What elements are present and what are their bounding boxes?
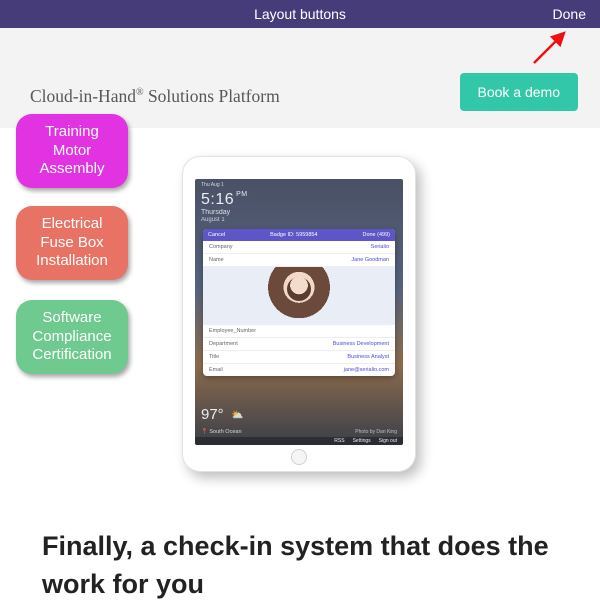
brand-post: Solutions Platform [144,86,280,106]
lock-time-ampm: PM [236,191,248,198]
footer-link[interactable]: RSS [334,438,344,444]
registered-mark: ® [136,87,144,98]
card-row: Emailjane@serialio.com [203,364,395,376]
weather-icon: ⛅ [231,410,243,421]
lock-day: Thursday [201,209,230,216]
photo-credit: Photo by Dan King [355,429,397,435]
lock-time: 5:16PM [201,191,248,209]
weather-temp: 97° [201,406,224,423]
weather-location: 📍 South Ocean [201,429,242,435]
card-row: CompanySerialio [203,241,395,254]
card-row: Employee_Number [203,325,395,338]
lock-date: August 1 [201,217,225,223]
tablet-screen: Thu Aug 1 5:16PM Thursday August 1 Cance… [195,179,403,445]
card-header: Cancel Badge ID: 5959854 Done (499) [203,229,395,241]
done-button[interactable]: Done [553,0,586,28]
home-button-icon [291,449,307,465]
layout-button-training[interactable]: Training Motor Assembly [16,114,128,188]
book-demo-button[interactable]: Book a demo [460,73,579,111]
page-content: Cloud-in-Hand® Solutions Platform Book a… [0,28,600,611]
card-photo [203,267,395,325]
card-row: TitleBusiness Analyst [203,351,395,364]
layout-editor-topbar: Layout buttons Done [0,0,600,28]
topbar-title: Layout buttons [254,6,346,22]
lock-time-value: 5:16 [201,191,234,208]
tablet-mockup: Thu Aug 1 5:16PM Thursday August 1 Cance… [182,156,416,472]
layout-button-electrical[interactable]: Electrical Fuse Box Installation [16,206,128,280]
brand-pre: Cloud-in-Hand [30,86,136,106]
page-headline: Finally, a check-in system that does the… [42,528,560,604]
brand-title: Cloud-in-Hand® Solutions Platform [30,86,280,107]
footer-link[interactable]: Settings [353,438,371,444]
card-row: NameJane Goodman [203,254,395,267]
card-badge: Badge ID: 5959854 [270,232,317,238]
checkin-card: Cancel Badge ID: 5959854 Done (499) Comp… [203,229,395,376]
status-bar: Thu Aug 1 [201,182,224,188]
screen-footer: RSS Settings Sign out [195,437,403,445]
footer-link[interactable]: Sign out [379,438,397,444]
layout-button-software[interactable]: Software Compliance Certification [16,300,128,374]
card-done[interactable]: Done (499) [362,232,390,238]
card-row: DepartmentBusiness Development [203,338,395,351]
card-cancel[interactable]: Cancel [208,232,225,238]
